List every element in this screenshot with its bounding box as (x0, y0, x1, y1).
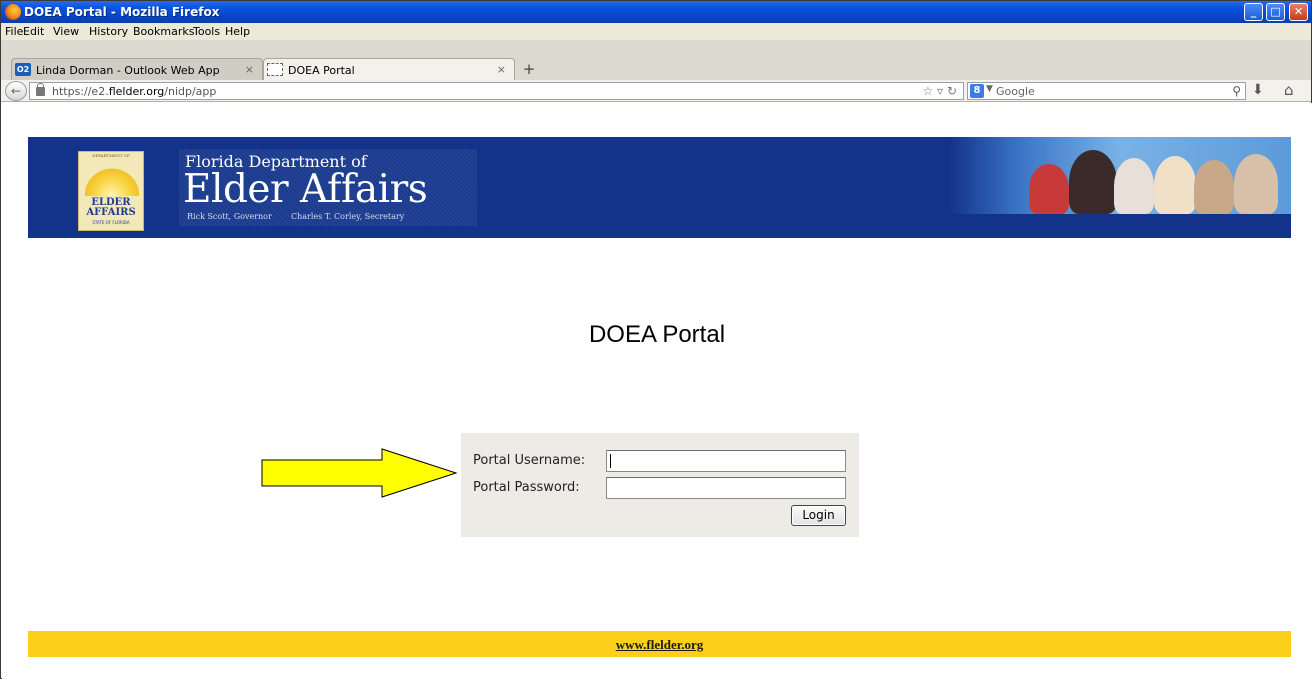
site-footer: www.flelder.org (28, 631, 1291, 657)
menu-file[interactable]: File (5, 25, 23, 38)
menu-bookmarks[interactable]: Bookmarks (133, 25, 194, 38)
password-label: Portal Password: (473, 480, 580, 495)
login-button[interactable]: Login (791, 505, 846, 526)
window-title: DOEA Portal - Mozilla Firefox (24, 5, 220, 19)
outlook-icon: O2 (15, 63, 31, 76)
tab-close-icon[interactable]: × (245, 63, 254, 76)
menu-help[interactable]: Help (225, 25, 250, 38)
login-form: Portal Username: Portal Password: Login (461, 433, 859, 537)
firefox-icon (5, 4, 21, 20)
google-icon[interactable]: 8 (970, 84, 984, 98)
menu-history[interactable]: History (89, 25, 128, 38)
elder-affairs-logo: DEPARTMENT OF ELDER AFFAIRS STATE OF FLOR… (78, 151, 144, 231)
lock-icon (36, 83, 45, 96)
page-title: DOEA Portal (588, 321, 726, 348)
minimize-button[interactable]: _ (1244, 3, 1263, 21)
footer-link[interactable]: www.flelder.org (28, 637, 1291, 653)
url-bar[interactable]: https://e2.flelder.org/nidp/app ☆ ▿ ↻ (29, 82, 964, 100)
search-placeholder: Google (996, 85, 1035, 98)
username-label: Portal Username: (473, 453, 586, 468)
tab-close-icon[interactable]: × (497, 63, 506, 76)
text-caret (610, 454, 611, 468)
tab-label: Linda Dorman - Outlook Web App (36, 64, 220, 77)
menu-edit[interactable]: Edit (23, 25, 44, 38)
search-bar[interactable]: 8 ▼ Google ⚲ (967, 82, 1246, 100)
seniors-photo (949, 137, 1291, 214)
navigation-bar: ← https://e2.flelder.org/nidp/app ☆ ▿ ↻ … (1, 80, 1311, 102)
governor-credit: Rick Scott, Governor (187, 212, 272, 221)
chevron-down-icon[interactable]: ▼ (986, 84, 993, 94)
menu-tools[interactable]: Tools (193, 25, 220, 38)
tab-label: DOEA Portal (288, 64, 355, 77)
secretary-credit: Charles T. Corley, Secretary (291, 212, 405, 221)
username-input[interactable] (606, 450, 846, 472)
tab-doea-portal[interactable]: DOEA Portal × (263, 58, 515, 80)
bookmark-star-icon[interactable]: ☆ ▿ ↻ (923, 84, 957, 98)
title-bar: DOEA Portal - Mozilla Firefox _ □ ✕ (1, 1, 1311, 23)
tab-bar: O2 Linda Dorman - Outlook Web App × DOEA… (1, 40, 1311, 80)
menu-view[interactable]: View (53, 25, 79, 38)
back-arrow-icon[interactable]: ← (5, 81, 27, 101)
url-text: https://e2.flelder.org/nidp/app (52, 85, 217, 98)
site-title-line2: Elder Affairs (183, 167, 428, 212)
menu-bar: File Edit View History Bookmarks Tools H… (1, 23, 1311, 40)
home-icon[interactable]: ⌂ (1284, 81, 1294, 99)
pointer-arrow-icon (261, 448, 458, 498)
tab-outlook[interactable]: O2 Linda Dorman - Outlook Web App × (11, 58, 263, 80)
page-content: DEPARTMENT OF ELDER AFFAIRS STATE OF FLOR… (2, 103, 1312, 679)
site-title-block: Florida Department of Elder Affairs Rick… (179, 149, 477, 226)
sunburst-icon (85, 160, 139, 196)
magnifier-icon[interactable]: ⚲ (1232, 84, 1241, 98)
password-input[interactable] (606, 477, 846, 499)
close-button[interactable]: ✕ (1289, 3, 1308, 21)
page-icon (267, 63, 283, 76)
maximize-button[interactable]: □ (1266, 3, 1285, 21)
site-header: DEPARTMENT OF ELDER AFFAIRS STATE OF FLOR… (28, 137, 1291, 238)
new-tab-button[interactable]: + (519, 60, 539, 78)
browser-window: DOEA Portal - Mozilla Firefox _ □ ✕ File… (0, 0, 1312, 679)
download-icon[interactable]: ⬇ (1252, 82, 1264, 98)
